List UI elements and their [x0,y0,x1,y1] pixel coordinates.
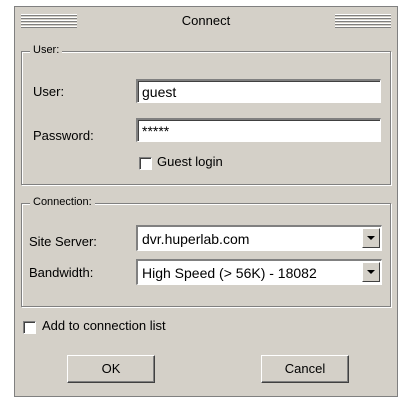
site-server-label: Site Server: [29,234,97,249]
password-label: Password: [33,128,94,143]
guest-login-checkbox[interactable] [139,157,152,170]
bandwidth-label: Bandwidth: [29,265,94,280]
connection-groupbox: Connection: [21,196,391,307]
connect-dialog: Connect User: User: guest Password: ****… [14,6,398,397]
bandwidth-value: High Speed (> 56K) - 18082 [142,265,317,281]
site-server-value: dvr.huperlab.com [142,231,250,247]
add-to-connection-list-label[interactable]: Add to connection list [42,318,166,333]
user-input[interactable]: guest [136,79,381,103]
title-bar-grip-right [335,14,391,28]
site-server-dropdown-arrow-icon[interactable] [362,228,380,248]
connection-group-legend: Connection: [30,196,95,208]
ok-button[interactable]: OK [67,355,155,383]
user-group-legend: User: [30,44,63,56]
cancel-button[interactable]: Cancel [261,355,349,383]
guest-login-label[interactable]: Guest login [157,154,223,169]
site-server-combobox[interactable]: dvr.huperlab.com [136,225,382,251]
add-to-connection-list-checkbox[interactable] [23,321,36,334]
user-label: User: [33,84,65,99]
bandwidth-combobox[interactable]: High Speed (> 56K) - 18082 [136,259,382,285]
title-bar[interactable]: Connect [15,7,397,35]
bandwidth-dropdown-arrow-icon[interactable] [362,262,380,282]
password-input[interactable]: ***** [136,118,381,142]
